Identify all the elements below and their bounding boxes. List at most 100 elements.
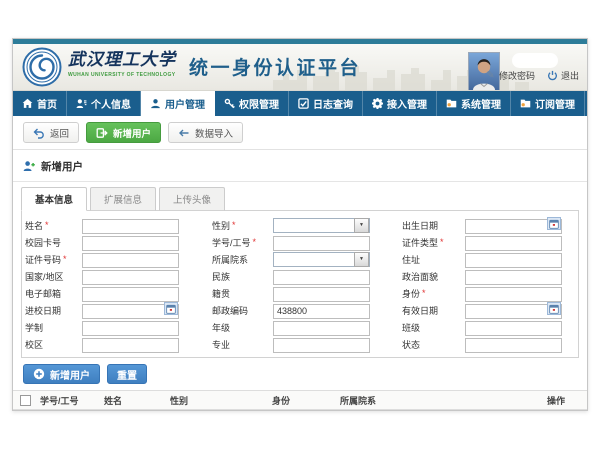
name-label: 姓名* bbox=[25, 219, 82, 232]
university-logo-icon bbox=[22, 47, 62, 87]
nav-tab-access-management[interactable]: 接入管理 bbox=[363, 91, 437, 116]
grade-input[interactable] bbox=[273, 321, 370, 336]
form-field-political-status: 政治面貌 bbox=[402, 268, 562, 284]
status-label: 状态 bbox=[402, 338, 465, 351]
university-name-en: WUHAN UNIVERSITY OF TECHNOLOGY bbox=[68, 72, 176, 78]
nav-tab-user-management[interactable]: 用户管理 bbox=[141, 91, 215, 116]
university-brand: 武汉理工大学 WUHAN UNIVERSITY OF TECHNOLOGY bbox=[68, 51, 176, 78]
country-region-input[interactable] bbox=[82, 270, 179, 285]
section-header: 新增用户 bbox=[13, 153, 587, 182]
department-select[interactable]: ▼ bbox=[273, 252, 370, 267]
results-table-header: 学号/工号姓名性别身份所属院系操作 bbox=[13, 390, 587, 410]
data-import-button[interactable]: 数据导入 bbox=[168, 122, 243, 143]
class-input[interactable] bbox=[465, 321, 562, 336]
form-field-student-id: 学号/工号* bbox=[212, 234, 370, 250]
study-length-input[interactable] bbox=[82, 321, 179, 336]
campus-input[interactable] bbox=[82, 338, 179, 353]
required-asterisk: * bbox=[45, 221, 49, 230]
form-field-native-place: 籍贯 bbox=[212, 285, 370, 301]
nav-tab-label: 权限管理 bbox=[239, 96, 279, 111]
form-field-valid-date: 有效日期 bbox=[402, 302, 562, 318]
gender-label: 性别* bbox=[212, 219, 273, 232]
nav-tab-home[interactable]: 首页 bbox=[13, 91, 67, 116]
nav-tab-label: 日志查询 bbox=[313, 96, 353, 111]
required-asterisk: * bbox=[440, 238, 444, 247]
status-input[interactable] bbox=[465, 338, 562, 353]
plus-circle-icon bbox=[33, 368, 45, 380]
student-id-input[interactable] bbox=[273, 236, 370, 251]
nav-tab-label: 订阅管理 bbox=[535, 96, 575, 111]
form-field-gender: 性别* ▼ bbox=[212, 217, 370, 233]
add-user-toolbar-button[interactable]: 新增用户 bbox=[86, 122, 161, 143]
nav-tab-log-query[interactable]: 日志查询 bbox=[289, 91, 363, 116]
submit-label: 新增用户 bbox=[50, 367, 90, 382]
email-input[interactable] bbox=[82, 287, 179, 302]
profile-icon bbox=[76, 98, 87, 109]
campus-card-label: 校园卡号 bbox=[25, 236, 82, 249]
form-container: 姓名*校园卡号证件号码*国家/地区电子邮箱进校日期学制校区性别*▼学号/工号*所… bbox=[21, 210, 579, 358]
nav-tab-personal-info[interactable]: 个人信息 bbox=[67, 91, 141, 116]
tab-basic-info[interactable]: 基本信息 bbox=[21, 187, 87, 211]
change-password-link[interactable]: ✎ 修改密码 bbox=[485, 69, 535, 82]
birth-date-calendar-button[interactable] bbox=[547, 217, 561, 230]
logout-label: 退出 bbox=[561, 69, 579, 82]
department-dropdown-button[interactable]: ▼ bbox=[354, 252, 369, 267]
form-actions: 新增用户 重置 bbox=[23, 364, 577, 384]
campus-card-input[interactable] bbox=[82, 236, 179, 251]
pencil-icon: ✎ bbox=[485, 70, 496, 81]
nav-tab-subscription-management[interactable]: 订阅管理 bbox=[511, 91, 585, 116]
submit-add-user-button[interactable]: 新增用户 bbox=[23, 364, 100, 384]
person-add-icon bbox=[23, 160, 36, 173]
import-label: 数据导入 bbox=[195, 126, 233, 140]
nav-tab-label: 用户管理 bbox=[165, 96, 205, 111]
political-status-input[interactable] bbox=[465, 270, 562, 285]
add-user-icon bbox=[96, 127, 108, 139]
gender-select[interactable]: ▼ bbox=[273, 218, 370, 233]
required-asterisk: * bbox=[63, 255, 67, 264]
major-input[interactable] bbox=[273, 338, 370, 353]
tab-extended-info[interactable]: 扩展信息 bbox=[90, 187, 156, 211]
postal-code-input[interactable] bbox=[273, 304, 370, 319]
id-type-input[interactable] bbox=[465, 236, 562, 251]
add-user-form: 姓名*校园卡号证件号码*国家/地区电子邮箱进校日期学制校区性别*▼学号/工号*所… bbox=[22, 217, 578, 353]
content-area: 返回 新增用户 数据导入 新增用户 基本信息扩展信息上传头像 姓名*校园卡号证件… bbox=[13, 116, 587, 410]
entry-date-calendar-button[interactable] bbox=[164, 302, 178, 315]
form-field-identity: 身份* bbox=[402, 285, 562, 301]
birth-date-label: 出生日期 bbox=[402, 219, 465, 232]
form-field-campus-card: 校园卡号 bbox=[25, 234, 179, 250]
address-input[interactable] bbox=[465, 253, 562, 268]
form-field-postal-code: 邮政编码 bbox=[212, 302, 370, 318]
logout-link[interactable]: 退出 bbox=[547, 69, 579, 82]
table-header-3: 性别 bbox=[170, 394, 272, 407]
id-type-label: 证件类型* bbox=[402, 236, 465, 249]
native-place-input[interactable] bbox=[273, 287, 370, 302]
identity-input[interactable] bbox=[465, 287, 562, 302]
reset-button[interactable]: 重置 bbox=[107, 364, 147, 384]
form-column-2: 性别*▼学号/工号*所属院系▼民族籍贯邮政编码年级专业 bbox=[212, 217, 370, 353]
reset-label: 重置 bbox=[117, 367, 137, 382]
id-number-input[interactable] bbox=[82, 253, 179, 268]
tab-upload-avatar[interactable]: 上传头像 bbox=[159, 187, 225, 211]
back-button[interactable]: 返回 bbox=[23, 122, 79, 143]
ethnicity-input[interactable] bbox=[273, 270, 370, 285]
entry-date-label: 进校日期 bbox=[25, 304, 82, 317]
section-title: 新增用户 bbox=[41, 159, 83, 174]
country-region-label: 国家/地区 bbox=[25, 270, 82, 283]
nav-tab-label: 个人信息 bbox=[91, 96, 131, 111]
nav-tab-label: 系统管理 bbox=[461, 96, 501, 111]
id-number-label: 证件号码* bbox=[25, 253, 82, 266]
form-field-id-number: 证件号码* bbox=[25, 251, 179, 267]
nav-tab-system-management[interactable]: 系统管理 bbox=[437, 91, 511, 116]
valid-date-calendar-button[interactable] bbox=[547, 302, 561, 315]
form-column-3: 出生日期证件类型*住址政治面貌身份*有效日期班级状态 bbox=[402, 217, 562, 353]
gender-dropdown-button[interactable]: ▼ bbox=[354, 218, 369, 233]
nav-tab-label: 首页 bbox=[37, 96, 57, 111]
university-name: 武汉理工大学 bbox=[68, 51, 176, 71]
select-all-checkbox[interactable] bbox=[20, 395, 31, 406]
users-icon bbox=[150, 98, 161, 109]
name-input[interactable] bbox=[82, 219, 179, 234]
nav-tab-permission-management[interactable]: 权限管理 bbox=[215, 91, 289, 116]
power-icon bbox=[547, 70, 558, 81]
system-icon bbox=[446, 98, 457, 109]
valid-date-label: 有效日期 bbox=[402, 304, 465, 317]
